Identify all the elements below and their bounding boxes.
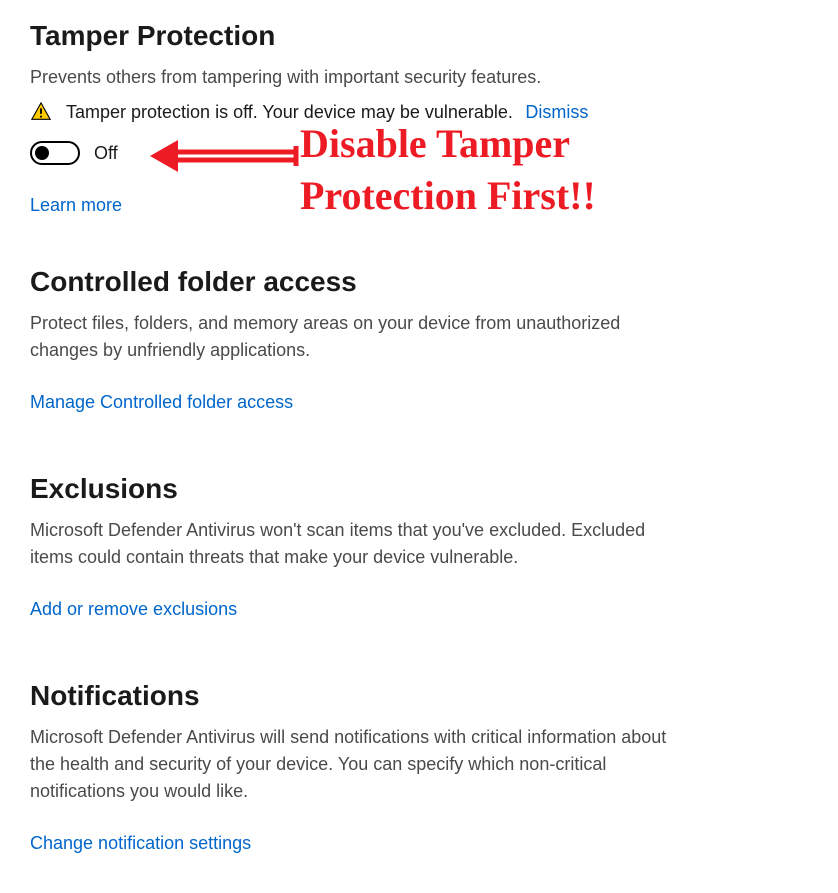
add-remove-exclusions-link[interactable]: Add or remove exclusions (30, 599, 237, 620)
notifications-section: Notifications Microsoft Defender Antivir… (30, 680, 808, 854)
tamper-protection-desc: Prevents others from tampering with impo… (30, 64, 650, 91)
exclusions-section: Exclusions Microsoft Defender Antivirus … (30, 473, 808, 620)
warning-row: Tamper protection is off. Your device ma… (30, 101, 808, 123)
notifications-desc: Microsoft Defender Antivirus will send n… (30, 724, 690, 805)
notifications-title: Notifications (30, 680, 808, 712)
warning-message: Tamper protection is off. Your device ma… (66, 102, 513, 122)
exclusions-desc: Microsoft Defender Antivirus won't scan … (30, 517, 650, 571)
warning-text: Tamper protection is off. Your device ma… (66, 102, 588, 123)
learn-more-link[interactable]: Learn more (30, 195, 122, 216)
controlled-folder-desc: Protect files, folders, and memory areas… (30, 310, 650, 364)
change-notification-settings-link[interactable]: Change notification settings (30, 833, 251, 854)
warning-icon (30, 101, 52, 123)
toggle-row: Off (30, 141, 808, 165)
exclusions-title: Exclusions (30, 473, 808, 505)
toggle-state-label: Off (94, 143, 118, 164)
toggle-knob (35, 146, 49, 160)
tamper-protection-section: Tamper Protection Prevents others from t… (30, 20, 808, 216)
tamper-protection-toggle[interactable] (30, 141, 80, 165)
manage-controlled-folder-link[interactable]: Manage Controlled folder access (30, 392, 293, 413)
tamper-protection-title: Tamper Protection (30, 20, 808, 52)
dismiss-link[interactable]: Dismiss (525, 102, 588, 122)
controlled-folder-section: Controlled folder access Protect files, … (30, 266, 808, 413)
controlled-folder-title: Controlled folder access (30, 266, 808, 298)
